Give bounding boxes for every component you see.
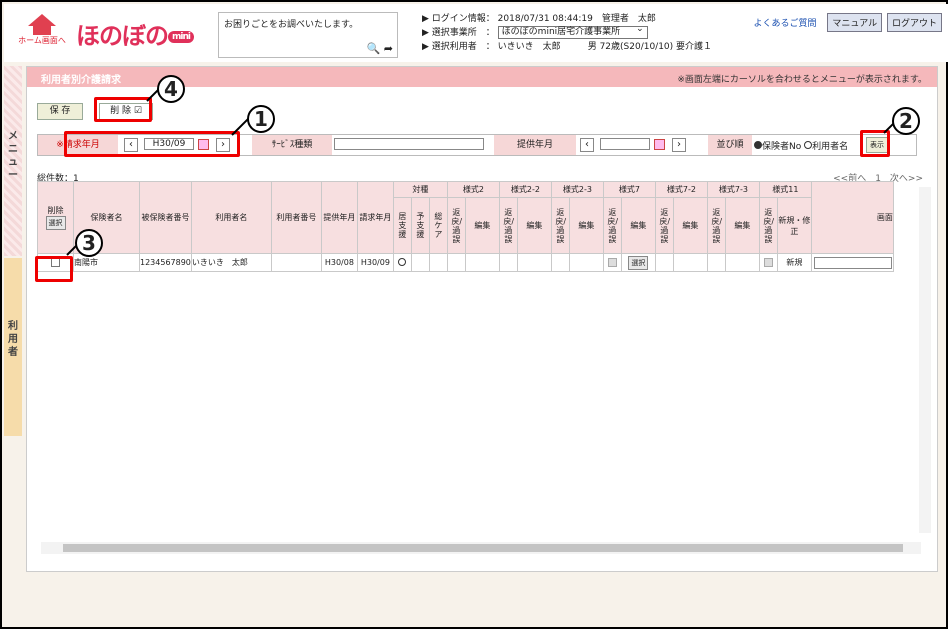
app-logo: ほのぼの mini (76, 16, 194, 51)
menu-side-tab[interactable]: メニュー (4, 66, 22, 256)
select-button[interactable]: 選択 (628, 255, 649, 270)
chevron-right-icon[interactable]: › (672, 138, 686, 152)
highlight-3 (35, 256, 73, 282)
faq-link[interactable]: よくあるご質問 (753, 19, 816, 29)
highlight-4 (94, 97, 152, 122)
highlight-2 (860, 130, 890, 157)
save-button[interactable]: 保 存 (37, 103, 83, 120)
calendar-icon[interactable] (654, 139, 665, 150)
home-button[interactable]: ホーム画面へ (16, 12, 68, 56)
service-type-select[interactable] (334, 138, 484, 150)
search-icon[interactable]: 🔍 ➦ (367, 42, 393, 55)
menu-hint: ※画面左端にカーソルを合わせるとメニューが表示されます。 (677, 75, 927, 85)
service-type-label: ｻｰﾋﾞｽ種類 (252, 135, 332, 155)
billing-table: 削除 選択 保険者名 被保険者番号 利用者名 利用者番号 提供年月 請求年月 対種… (37, 181, 894, 272)
app-window: ホーム画面へ ほのぼの mini お困りごとをお調べいたします。 🔍 ➦ ▶ ログ… (0, 0, 948, 629)
sort-options: 保険者No 利用者名 (754, 139, 848, 152)
header: ホーム画面へ ほのぼの mini お困りごとをお調べいたします。 🔍 ➦ ▶ ログ… (4, 4, 948, 62)
help-search-box[interactable]: お困りごとをお調べいたします。 🔍 ➦ (218, 12, 398, 58)
select-all-button[interactable]: 選択 (45, 216, 66, 230)
kind-mark (398, 257, 407, 266)
manual-button[interactable]: マニュアル (827, 13, 883, 32)
sort-radio-insurer[interactable] (754, 141, 762, 149)
chevron-left-icon[interactable]: ‹ (580, 138, 594, 152)
callout-2: 2 (892, 107, 920, 135)
logout-button[interactable]: ログアウト (886, 13, 942, 32)
highlight-1 (64, 131, 240, 157)
top-links: よくあるご質問 マニュアル ログアウト (753, 13, 942, 32)
horizontal-scrollbar[interactable] (41, 542, 921, 554)
home-icon (28, 14, 56, 26)
callout-3: 3 (75, 229, 103, 257)
callout-4: 4 (157, 75, 185, 103)
provision-month-field[interactable] (600, 138, 650, 150)
table-row: 南陽市 1234567890 いきいき 太郎 H30/08 H30/09 選択 … (37, 253, 894, 272)
sort-radio-name[interactable] (804, 141, 813, 149)
vertical-scrollbar[interactable] (919, 187, 931, 533)
return-checkbox (763, 258, 773, 267)
sort-label: 並び順 (708, 135, 752, 155)
callout-1: 1 (247, 105, 275, 133)
office-select[interactable]: ほのぼのmini居宅介護事業所 (497, 24, 648, 39)
page-title: 利用者別介護請求 (41, 75, 121, 86)
return-checkbox (607, 258, 617, 267)
provision-month-label: 提供年月 (494, 135, 576, 155)
user-side-tab[interactable]: 利用者 (4, 258, 22, 436)
session-info: ▶ ログイン情報： 2018/07/31 08:44:19 管理者 太郎 ▶ 選… (422, 12, 712, 54)
screen-input[interactable] (813, 256, 892, 269)
